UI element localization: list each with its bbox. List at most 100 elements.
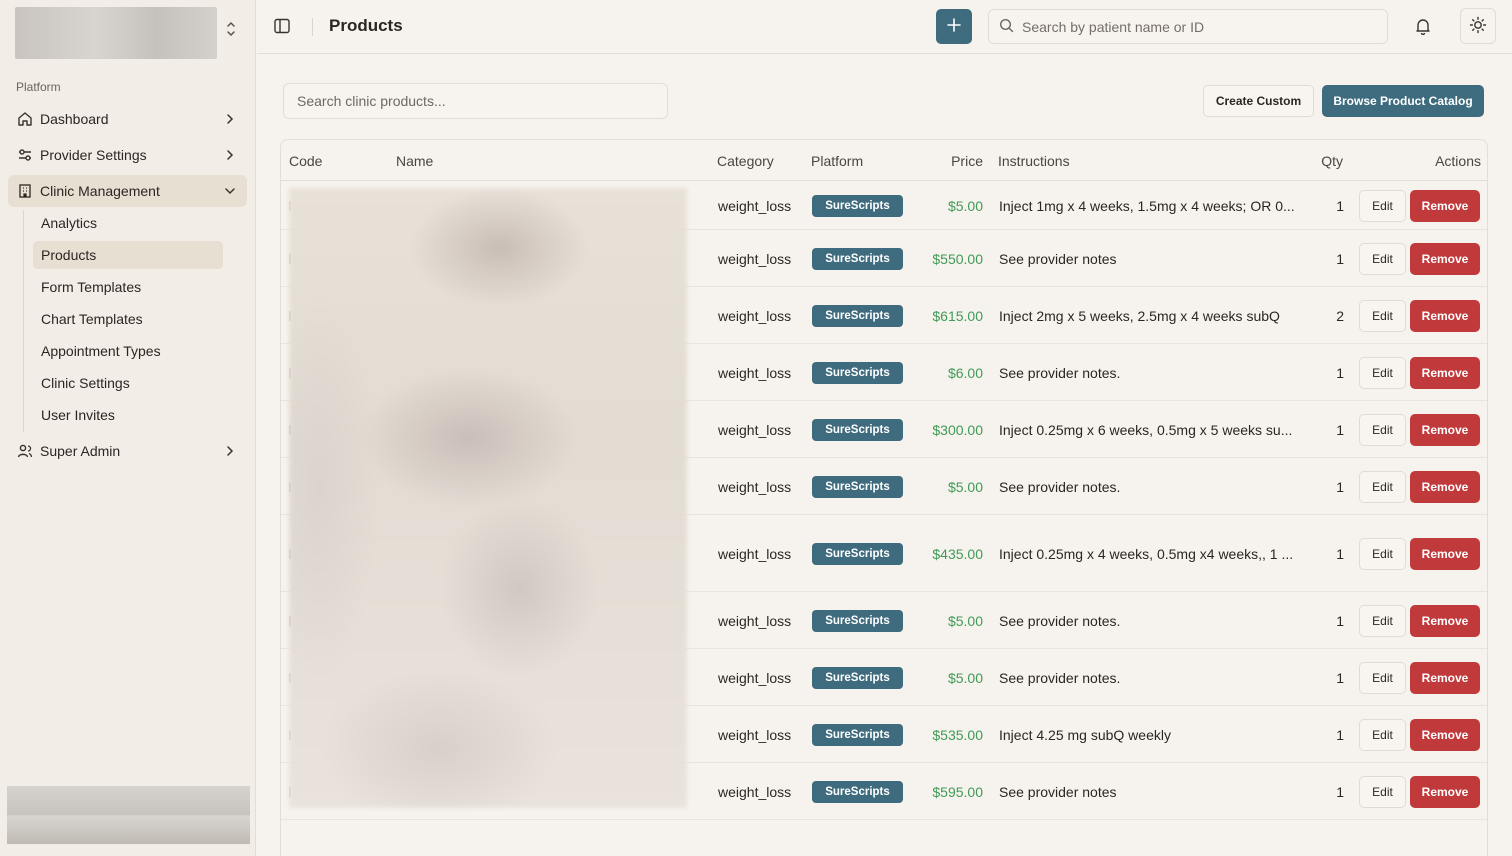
sun-icon [1469,16,1487,37]
platform-badge: SureScripts [812,781,903,803]
category-cell: weight_loss [718,198,792,214]
platform-badge: SureScripts [812,610,903,632]
platform-badge: SureScripts [812,195,903,217]
sidebar-item-clinic-management[interactable]: Clinic Management [8,175,247,207]
remove-button[interactable]: Remove [1410,243,1480,275]
patient-search-input[interactable] [1022,18,1362,35]
sidebar: Platform Dashboard Provider Settings Cli… [0,0,256,856]
column-header-name: Name [396,153,434,169]
user-profile-menu[interactable] [7,786,250,844]
sidebar-subitem-products[interactable]: Products [33,241,223,269]
bell-icon[interactable] [1414,17,1434,37]
remove-button[interactable]: Remove [1410,538,1480,570]
qty-cell: 1 [1336,198,1344,214]
sidebar-subitem-user-invites[interactable]: User Invites [33,401,223,429]
edit-button[interactable]: Edit [1359,538,1406,570]
qty-cell: 1 [1336,613,1344,629]
platform-badge: SureScripts [812,362,903,384]
sidebar-item-label: Provider Settings [40,147,147,163]
column-header-instructions: Instructions [998,153,1070,169]
edit-button[interactable]: Edit [1359,776,1406,808]
column-header-code: Code [289,153,323,169]
edit-button[interactable]: Edit [1359,243,1406,275]
remove-button[interactable]: Remove [1410,414,1480,446]
edit-button[interactable]: Edit [1359,414,1406,446]
sidebar-subitem-appointment-types[interactable]: Appointment Types [33,337,223,365]
patient-search-box [988,9,1388,44]
edit-button[interactable]: Edit [1359,190,1406,222]
category-cell: weight_loss [718,251,792,267]
sidebar-subitem-analytics[interactable]: Analytics [33,209,223,237]
products-table: Code Name Category Platform Price Instru… [280,139,1488,856]
remove-button[interactable]: Remove [1410,190,1480,222]
platform-badge: SureScripts [812,419,903,441]
instructions-cell: Inject 0.25mg x 4 weeks, 0.5mg x4 weeks,… [999,546,1294,562]
qty-cell: 1 [1336,727,1344,743]
sidebar-item-dashboard[interactable]: Dashboard [8,103,247,135]
remove-button[interactable]: Remove [1410,776,1480,808]
category-cell: weight_loss [718,479,792,495]
instructions-cell: Inject 1mg x 4 weeks, 1.5mg x 4 weeks; O… [999,198,1295,214]
remove-button[interactable]: Remove [1410,605,1480,637]
product-search-input[interactable] [297,84,667,118]
instructions-cell: See provider notes. [999,479,1121,495]
org-switcher[interactable] [15,7,217,59]
price-cell: $435.00 [932,546,983,562]
platform-badge: SureScripts [812,543,903,565]
sidebar-item-super-admin[interactable]: Super Admin [8,435,247,467]
remove-button[interactable]: Remove [1410,719,1480,751]
page-title: Products [329,16,403,35]
redacted-code-name-region [289,188,687,808]
sidebar-subitem-clinic-settings[interactable]: Clinic Settings [33,369,223,397]
platform-badge: SureScripts [812,476,903,498]
edit-button[interactable]: Edit [1359,662,1406,694]
price-cell: $5.00 [947,670,983,686]
qty-cell: 1 [1336,670,1344,686]
category-cell: weight_loss [718,308,792,324]
edit-button[interactable]: Edit [1359,300,1406,332]
edit-button[interactable]: Edit [1359,719,1406,751]
platform-badge: SureScripts [812,305,903,327]
instructions-cell: See provider notes [999,251,1117,267]
remove-button[interactable]: Remove [1410,471,1480,503]
add-button[interactable] [936,9,972,44]
remove-button[interactable]: Remove [1410,300,1480,332]
users-icon [17,443,33,459]
edit-button[interactable]: Edit [1359,357,1406,389]
sidebar-item-provider-settings[interactable]: Provider Settings [8,139,247,171]
category-cell: weight_loss [718,784,792,800]
platform-badge: SureScripts [812,248,903,270]
chevron-down-icon [223,183,237,199]
chevron-up-down-icon[interactable] [222,20,240,42]
qty-cell: 1 [1336,422,1344,438]
browse-catalog-button[interactable]: Browse Product Catalog [1322,85,1484,117]
chevron-right-icon [223,147,237,163]
remove-button[interactable]: Remove [1410,662,1480,694]
category-cell: weight_loss [718,727,792,743]
edit-button[interactable]: Edit [1359,471,1406,503]
category-cell: weight_loss [718,613,792,629]
category-cell: weight_loss [718,670,792,686]
qty-cell: 2 [1336,308,1344,324]
price-cell: $535.00 [932,727,983,743]
edit-button[interactable]: Edit [1359,605,1406,637]
platform-badge: SureScripts [812,667,903,689]
instructions-cell: See provider notes. [999,613,1121,629]
qty-cell: 1 [1336,546,1344,562]
sidebar-toggle-icon[interactable] [273,17,291,35]
remove-button[interactable]: Remove [1410,357,1480,389]
platform-badge: SureScripts [812,724,903,746]
sidebar-subitem-form-templates[interactable]: Form Templates [33,273,223,301]
instructions-cell: Inject 0.25mg x 6 weeks, 0.5mg x 5 weeks… [999,422,1293,438]
instructions-cell: Inject 4.25 mg subQ weekly [999,727,1171,743]
sidebar-subitem-chart-templates[interactable]: Chart Templates [33,305,223,333]
sidebar-item-label: Clinic Management [40,183,160,199]
chevron-right-icon [223,111,237,127]
create-custom-button[interactable]: Create Custom [1203,85,1314,117]
category-cell: weight_loss [718,546,792,562]
top-header: Products [257,0,1512,54]
theme-toggle-button[interactable] [1460,8,1496,44]
sidebar-section-label: Platform [16,80,61,94]
instructions-cell: See provider notes [999,784,1117,800]
header-divider [312,18,313,36]
